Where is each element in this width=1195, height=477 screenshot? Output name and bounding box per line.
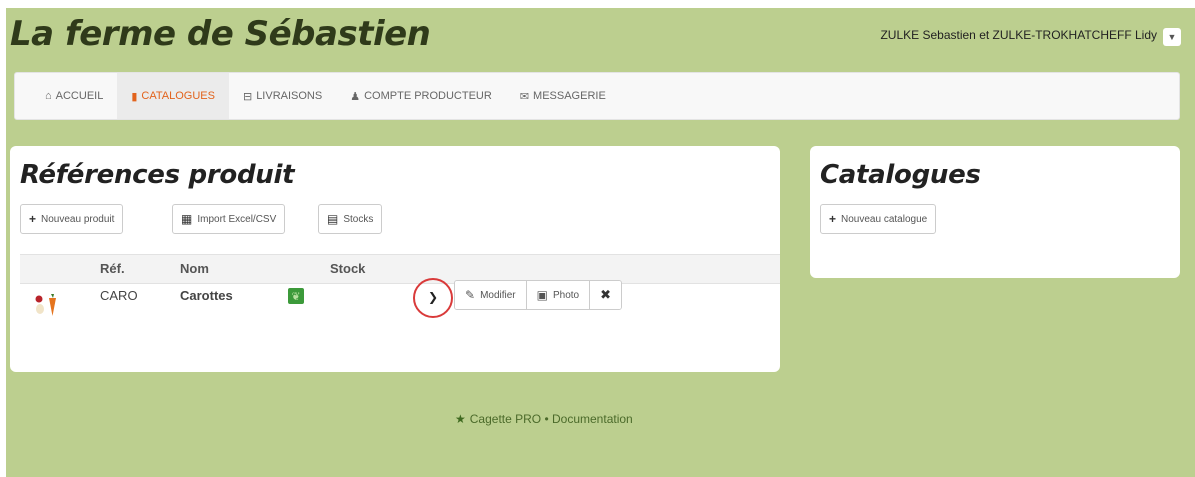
top-edge: [0, 0, 1195, 8]
nav-item-label: LIVRAISONS: [256, 90, 323, 102]
products-panel: Références produit + Nouveau produit ▦ I…: [10, 146, 780, 372]
catalogs-title: Catalogues: [820, 160, 981, 190]
catalogs-panel: Catalogues + Nouveau catalogue: [810, 146, 1180, 278]
row-ref: CARO: [100, 288, 138, 303]
plus-icon: +: [29, 212, 37, 226]
nav-item-compte-producteur[interactable]: ♟ COMPTE PRODUCTEUR: [336, 73, 506, 119]
row-actions: ✎ Modifier ▣ Photo ✖: [454, 280, 623, 310]
photo-label: Photo: [552, 289, 580, 301]
site-title[interactable]: La ferme de Sébastien: [10, 14, 431, 54]
nav-item-label: CATALOGUES: [141, 90, 215, 102]
nav-item-livraisons[interactable]: ⊟ LIVRAISONS: [229, 73, 336, 119]
spreadsheet-icon: ▦: [181, 212, 193, 226]
user-icon: ♟: [350, 90, 361, 103]
user-name[interactable]: ZULKE Sebastien et ZULKE-TROKHATCHEFF Li…: [880, 28, 1157, 42]
nav-item-label: ACCUEIL: [55, 90, 104, 102]
plus-icon: +: [829, 212, 837, 226]
book-icon: ▮: [131, 90, 138, 103]
delete-button[interactable]: ✖: [590, 281, 622, 309]
user-menu[interactable]: ZULKE Sebastien et ZULKE-TROKHATCHEFF Li…: [880, 24, 1181, 46]
nav-item-accueil[interactable]: ⌂ ACCUEIL: [31, 73, 117, 119]
home-icon: ⌂: [45, 90, 52, 102]
stocks-button[interactable]: ▤ Stocks: [318, 204, 383, 234]
nav-item-messagerie[interactable]: ✉ MESSAGERIE: [506, 73, 620, 119]
nav-item-label: COMPTE PRODUCTEUR: [364, 90, 492, 102]
modify-button[interactable]: ✎ Modifier: [455, 281, 527, 309]
star-icon: ★: [455, 412, 466, 426]
caret-down-icon[interactable]: ▼: [1163, 28, 1181, 46]
photo-button[interactable]: ▣ Photo: [526, 281, 591, 309]
table-row: CARO Carottes ❦ ❯ ✎ Modifier ▣ Photo ✖: [20, 278, 780, 336]
new-product-label: Nouveau produit: [41, 213, 115, 225]
row-name[interactable]: Carottes: [180, 288, 233, 303]
left-edge: [0, 0, 6, 477]
close-icon: ✖: [600, 287, 612, 302]
column-header-name: Nom: [180, 261, 209, 276]
import-csv-button[interactable]: ▦ Import Excel/CSV: [172, 204, 286, 234]
basket-icon: ⊟: [242, 90, 253, 103]
image-icon: ▣: [536, 288, 548, 302]
column-header-ref: Réf.: [100, 261, 125, 276]
footer-text[interactable]: Cagette PRO • Documentation: [470, 412, 633, 426]
products-title: Références produit: [20, 160, 295, 190]
main-navbar: ⌂ ACCUEIL ▮ CATALOGUES ⊟ LIVRAISONS ♟ CO…: [14, 72, 1180, 120]
chevron-down-icon[interactable]: ❯: [417, 282, 449, 312]
column-header-stock: Stock: [330, 261, 366, 276]
new-catalog-button[interactable]: + Nouveau catalogue: [820, 204, 937, 234]
bio-icon: ❦: [288, 288, 304, 304]
grid-icon: ▤: [327, 212, 339, 226]
footer-link[interactable]: ★ Cagette PRO • Documentation: [455, 412, 633, 426]
edit-icon: ✎: [465, 288, 476, 302]
nav-item-catalogues[interactable]: ▮ CATALOGUES: [117, 73, 229, 119]
table-header: Réf. Nom Stock: [20, 254, 780, 284]
modify-label: Modifier: [480, 289, 516, 301]
import-label: Import Excel/CSV: [197, 213, 277, 225]
new-catalog-label: Nouveau catalogue: [841, 213, 928, 225]
new-product-button[interactable]: + Nouveau produit: [20, 204, 124, 234]
stocks-label: Stocks: [343, 213, 374, 225]
envelope-icon: ✉: [519, 90, 530, 103]
nav-item-label: MESSAGERIE: [533, 90, 606, 102]
carrot-icon: [35, 294, 56, 316]
page-background: La ferme de Sébastien ZULKE Sebastien et…: [0, 0, 1195, 477]
